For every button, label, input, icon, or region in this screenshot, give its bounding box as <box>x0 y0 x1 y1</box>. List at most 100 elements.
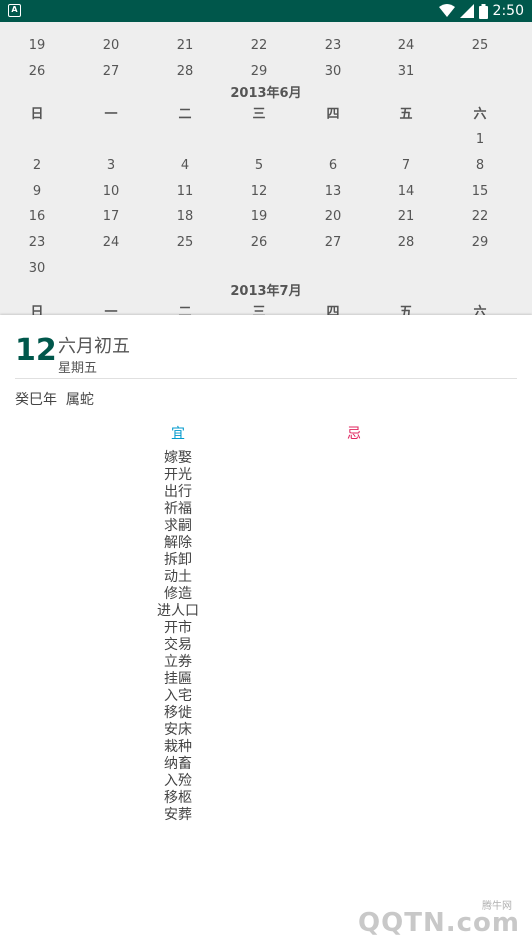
suitable-item: 移柩 <box>164 790 192 806</box>
calendar-day[interactable]: 31 <box>376 59 436 85</box>
weekday-header: 三 <box>252 305 266 315</box>
calendar-day[interactable]: 22 <box>450 204 510 230</box>
calendar-day[interactable]: 18 <box>155 204 215 230</box>
calendar-day[interactable]: 14 <box>376 179 436 205</box>
calendar-day[interactable]: 30 <box>7 256 67 282</box>
suitable-heading: 宜 <box>171 426 185 442</box>
wifi-icon <box>438 4 455 17</box>
suitable-item: 栽种 <box>164 739 192 755</box>
weekday-header: 四 <box>326 107 340 122</box>
calendar-day[interactable]: 24 <box>81 230 141 256</box>
suitable-item: 开光 <box>164 467 192 483</box>
suitable-item: 交易 <box>164 637 192 653</box>
calendar-day[interactable]: 17 <box>81 204 141 230</box>
year-zodiac-info: 癸巳年 属蛇 <box>15 392 94 408</box>
signal-icon <box>459 4 474 18</box>
calendar-day[interactable]: 2 <box>7 153 67 179</box>
calendar-day[interactable]: 4 <box>155 153 215 179</box>
calendar-day[interactable]: 21 <box>376 204 436 230</box>
suitable-item: 移徙 <box>164 705 192 721</box>
month-calendar[interactable]: 1213141516171819202122232425262728293031… <box>0 0 532 315</box>
suitable-item: 开市 <box>164 620 192 636</box>
calendar-day[interactable]: 9 <box>7 179 67 205</box>
calendar-day[interactable]: 27 <box>303 230 363 256</box>
clock: 2:50 <box>492 3 524 19</box>
avoid-heading: 忌 <box>347 426 361 442</box>
weekday-header: 三 <box>252 107 266 122</box>
june-week-row: 2345678 <box>0 153 532 179</box>
suitable-item: 拆卸 <box>164 552 192 568</box>
suitable-item: 进人口 <box>157 603 199 619</box>
selected-day-number: 12 <box>15 333 57 368</box>
lunar-date: 六月初五 <box>58 336 130 357</box>
may-week-row: 26 27 28 29 30 31 <box>0 59 532 85</box>
calendar-day[interactable]: 21 <box>155 33 215 59</box>
suitable-item: 安葬 <box>164 807 192 823</box>
calendar-day[interactable]: 10 <box>81 179 141 205</box>
calendar-day[interactable]: 16 <box>7 204 67 230</box>
calendar-day[interactable]: 24 <box>376 33 436 59</box>
calendar-day[interactable]: 30 <box>303 59 363 85</box>
status-icons: 2:50 <box>438 2 524 20</box>
calendar-day[interactable]: 26 <box>229 230 289 256</box>
weekday-header: 六 <box>473 107 487 122</box>
june-week-row: 23 24 25 26 27 28 29 <box>0 230 532 256</box>
calendar-day[interactable]: 26 <box>7 59 67 85</box>
suitable-item: 求嗣 <box>164 518 192 534</box>
suitable-item: 入宅 <box>164 688 192 704</box>
calendar-day[interactable]: 23 <box>7 230 67 256</box>
suitable-item: 入殓 <box>164 773 192 789</box>
calendar-day[interactable]: 28 <box>376 230 436 256</box>
calendar-day[interactable]: 1 <box>450 127 510 153</box>
suitable-item: 修造 <box>164 586 192 602</box>
suitable-item: 动土 <box>164 569 192 585</box>
weekday-header-row: 日一二三四五六 <box>0 102 532 128</box>
weekday-label: 星期五 <box>58 361 98 376</box>
calendar-day[interactable]: 3 <box>81 153 141 179</box>
weekday-header: 五 <box>399 107 413 122</box>
calendar-day[interactable]: 5 <box>229 153 289 179</box>
calendar-day[interactable]: 27 <box>81 59 141 85</box>
calendar-day[interactable]: 20 <box>81 33 141 59</box>
june-week-row: 9 10 11 12 13 14 15 <box>0 179 532 205</box>
calendar-day[interactable]: 13 <box>303 179 363 205</box>
calendar-day[interactable]: 19 <box>229 204 289 230</box>
weekday-header: 日 <box>30 305 44 315</box>
june-week-row: 16 17 18 19 20 21 22 <box>0 204 532 230</box>
watermark-logo: QQTN.com <box>358 908 520 938</box>
day-detail-panel: 12 六月初五 星期五 癸巳年 属蛇 宜 忌 嫁娶 开光 出行 祈福 求嗣 解除 拆卸 动土修… <box>0 315 532 946</box>
suitable-item: 解除 <box>164 535 192 551</box>
divider <box>15 378 517 379</box>
calendar-day[interactable]: 25 <box>450 33 510 59</box>
calendar-day[interactable]: 6 <box>303 153 363 179</box>
weekday-header: 一 <box>104 107 118 122</box>
may-week-row: 19 20 21 22 23 24 25 <box>0 33 532 59</box>
calendar-day[interactable]: 28 <box>155 59 215 85</box>
suitable-item: 安床 <box>164 722 192 738</box>
calendar-day[interactable]: 22 <box>229 33 289 59</box>
calendar-day[interactable]: 8 <box>450 153 510 179</box>
calendar-day[interactable]: 25 <box>155 230 215 256</box>
battery-icon <box>478 3 488 19</box>
calendar-day[interactable]: 29 <box>229 59 289 85</box>
weekday-header-row: 日一二三四五六 <box>0 300 532 315</box>
calendar-day[interactable]: 7 <box>376 153 436 179</box>
calendar-day[interactable]: 29 <box>450 230 510 256</box>
calendar-day[interactable]: 12 <box>229 179 289 205</box>
notification-icon: A <box>8 4 21 17</box>
suitable-item: 出行 <box>164 484 192 500</box>
calendar-day[interactable]: 20 <box>303 204 363 230</box>
status-bar: A 2:50 <box>0 0 532 22</box>
calendar-day[interactable]: 15 <box>450 179 510 205</box>
suitable-item: 嫁娶 <box>164 450 192 466</box>
weekday-header: 四 <box>326 305 340 315</box>
weekday-header: 六 <box>473 305 487 315</box>
weekday-header: 五 <box>399 305 413 315</box>
june-week-row: 1 <box>0 127 532 153</box>
suitable-item: 立券 <box>164 654 192 670</box>
calendar-day[interactable]: 11 <box>155 179 215 205</box>
suitable-item: 挂匾 <box>164 671 192 687</box>
weekday-header: 二 <box>178 305 192 315</box>
calendar-day[interactable]: 23 <box>303 33 363 59</box>
calendar-day[interactable]: 19 <box>7 33 67 59</box>
